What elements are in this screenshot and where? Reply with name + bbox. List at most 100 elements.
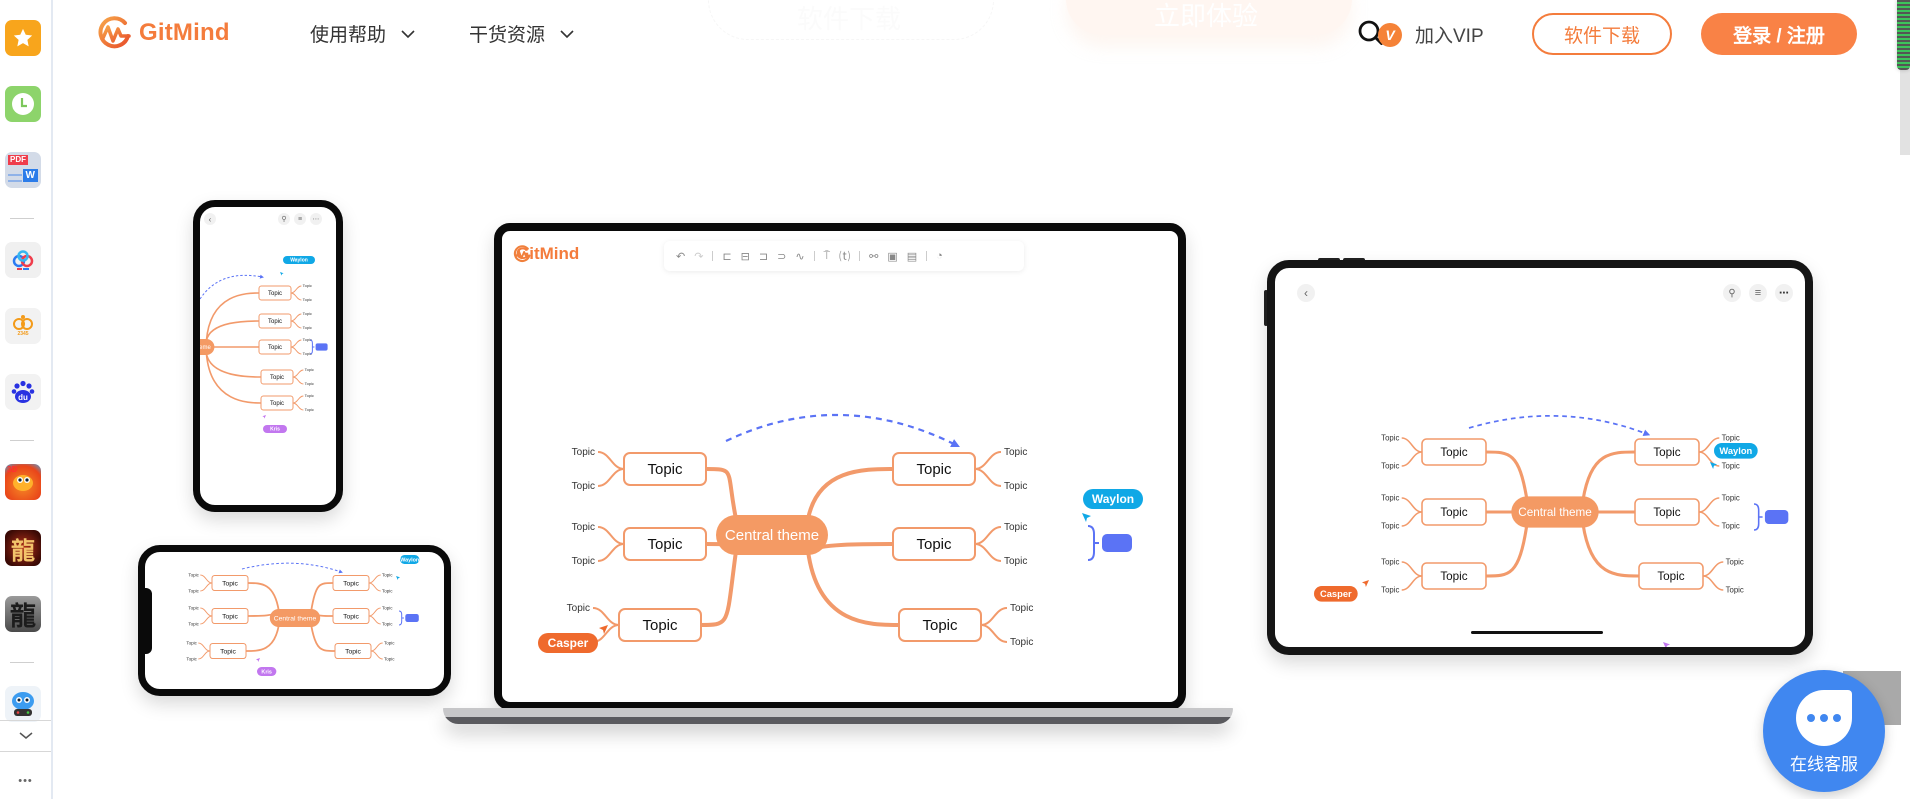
subtopic-label: Topic: [303, 311, 312, 316]
relation-line: [725, 413, 960, 447]
subtopic-label: Topic: [572, 481, 595, 492]
user-tag-label: Kris: [270, 427, 280, 433]
sidebar-app-pdf-to-word[interactable]: PDF W: [5, 152, 41, 188]
subtopic-label: Topic: [305, 407, 314, 412]
paw-icon: du: [11, 380, 35, 403]
subtopic-line: [597, 526, 625, 545]
relation-line: [1468, 415, 1651, 436]
branch-line: [806, 467, 894, 520]
subtopic-line: [980, 607, 1008, 626]
subtopic-line: [368, 607, 381, 617]
sidebar-app-dragon-stone[interactable]: 龍: [5, 596, 41, 632]
subtopic-line: [1401, 511, 1423, 527]
phone-portrait-mockup: ‹ ⚲ ≡ ⋯ Topic Topic Topic Topic Topic Topic To…: [193, 200, 343, 512]
tablet-mockup: ‹ ⚲ ≡ ⋯ Topic Topic Topic Topic Topic Topic To…: [1267, 260, 1813, 655]
sidebar-app-baidu-netdisk[interactable]: [5, 242, 41, 278]
topic-label: Topic: [343, 580, 359, 587]
star-icon: [13, 28, 33, 47]
nav-help[interactable]: 使用帮助: [310, 20, 416, 47]
summary-node: [405, 613, 419, 623]
central-theme-label: Central theme: [1518, 506, 1591, 519]
mindmap-phone-landscape: Topic Topic Topic Topic Topic Topic Topic Topic…: [186, 555, 420, 676]
subtopic-label: Topic: [303, 297, 312, 302]
gitmind-logo[interactable]: GitMind: [95, 14, 230, 52]
user-tag-label: Waylon: [290, 258, 308, 264]
online-support-button[interactable]: 在线客服: [1763, 670, 1885, 792]
subtopic-label: Topic: [384, 656, 395, 661]
user-tag-label: Waylon: [1719, 446, 1752, 456]
subtopic-label: Topic: [382, 588, 393, 593]
login-register-button[interactable]: 登录 / 注册: [1701, 13, 1857, 55]
subtopic-line: [974, 468, 1002, 487]
topic-label: Topic: [1657, 570, 1684, 583]
sidebar-more-button[interactable]: •••: [0, 765, 51, 797]
sidebar-app-baidu[interactable]: du: [5, 374, 41, 410]
user-tag-label: Waylon: [400, 557, 419, 563]
subtopic-label: Topic: [1726, 557, 1744, 566]
subtopic-line: [290, 292, 302, 301]
sidebar-app-dragon-red[interactable]: 龍: [5, 530, 41, 566]
svg-text:du: du: [18, 393, 28, 402]
subtopic-line: [1698, 511, 1720, 527]
site-header: 软件下载 立即体验 GitMind 使用帮助 干货资源 V 加入VIP 软件下载…: [53, 0, 1910, 68]
cursor-arrow-icon: [1082, 513, 1091, 522]
page-scrollbar-thumb[interactable]: [1897, 0, 1910, 70]
join-vip-link[interactable]: V 加入VIP: [1378, 21, 1484, 48]
subtopic-line: [597, 451, 625, 470]
laptop-base: [443, 708, 1233, 724]
cursor-arrow-icon: [280, 272, 284, 276]
topic-label: Topic: [220, 648, 236, 655]
join-vip-label: 加入VIP: [1415, 26, 1484, 47]
branch-line: [245, 625, 280, 652]
summary-node: [1102, 534, 1132, 552]
brand-name: GitMind: [139, 19, 230, 46]
subtopic-label: Topic: [1722, 521, 1740, 530]
branch-line: [806, 550, 900, 627]
topic-label: Topic: [922, 617, 958, 634]
download-button[interactable]: 软件下载: [1532, 13, 1672, 55]
branch-line: [700, 550, 738, 627]
subtopic-label: Topic: [188, 621, 199, 626]
subtopic-line: [980, 624, 1008, 643]
subtopic-line: [200, 607, 213, 617]
subtopic-label: Topic: [1381, 433, 1399, 442]
sidebar-app-fish-game[interactable]: 3D: [5, 464, 41, 500]
central-theme-label: Central theme: [725, 527, 819, 544]
branch-line: [310, 625, 336, 652]
vip-badge-icon: V: [1378, 22, 1402, 47]
ghost-try-button: 立即体验: [1066, 0, 1352, 35]
clock-icon: [12, 93, 34, 115]
subtopic-line: [290, 313, 302, 322]
user-tag-label: Waylon: [1092, 492, 1134, 506]
more-icon: •••: [18, 775, 33, 787]
subtopic-line: [290, 339, 302, 348]
subtopic-line: [1401, 497, 1423, 513]
dragon-stone-icon: 龍: [9, 601, 36, 632]
topic-label: Topic: [916, 536, 952, 553]
sidebar-app-history[interactable]: [5, 86, 41, 122]
sidebar-app-favorites[interactable]: [5, 20, 41, 56]
subtopic-label: Topic: [305, 381, 314, 386]
branch-line: [1581, 524, 1640, 578]
sidebar-app-2345[interactable]: 2345: [5, 308, 41, 344]
user-tag-label: Casper: [1320, 589, 1352, 599]
nav-help-label: 使用帮助: [310, 25, 387, 46]
branch-line: [205, 353, 262, 404]
subtopic-line: [1401, 437, 1423, 453]
sidebar-expand-button[interactable]: [0, 720, 51, 752]
subtopic-label: Topic: [572, 522, 595, 533]
subtopic-label: Topic: [1004, 481, 1027, 492]
subtopic-line: [370, 642, 383, 652]
topic-label: Topic: [345, 648, 361, 655]
sidebar-app-game-center[interactable]: [5, 686, 41, 722]
mindmap-laptop: Topic Topic Topic Topic Topic Topic Topic Topic…: [538, 413, 1143, 653]
subtopic-line: [200, 582, 213, 592]
home-indicator: [1471, 631, 1603, 634]
fish-icon: [13, 475, 33, 491]
subtopic-label: Topic: [382, 621, 393, 626]
branch-line: [1581, 450, 1636, 500]
topic-label: Topic: [647, 461, 683, 478]
sidebar-divider: [10, 440, 34, 441]
nav-resources[interactable]: 干货资源: [469, 20, 575, 47]
laptop-mockup: GitMind ↶ ↷ ⊏ ⊟ ⊐ ⊃ ∿ ⍑ ⒯ ⚯ ▣ ▤ ◔ Topic Topic Topic Top…: [494, 223, 1186, 710]
